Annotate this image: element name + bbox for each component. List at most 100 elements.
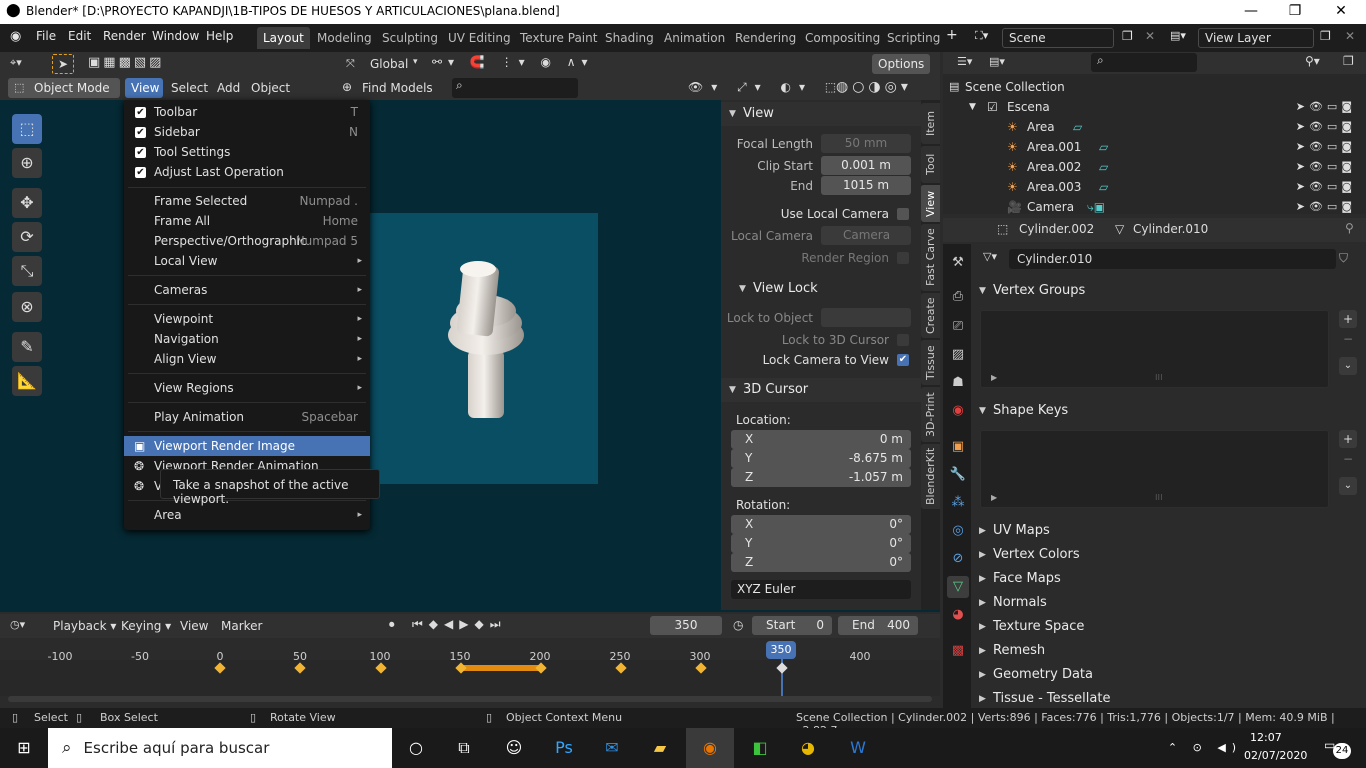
pin-icon[interactable]: ⚲: [1345, 221, 1354, 235]
menu-render[interactable]: Render: [103, 29, 146, 43]
cylinder-model[interactable]: [440, 255, 540, 430]
menu-item-frame-all[interactable]: Frame All Home: [124, 211, 370, 231]
menu-item-perspective-orthographic[interactable]: Perspective/Orthographic Numpad 5: [124, 231, 370, 251]
visibility-icons[interactable]: ➤👁▭◙: [1296, 197, 1356, 214]
file-explorer-icon[interactable]: ▰: [636, 728, 684, 768]
texture-space-header[interactable]: ▶ Texture Space: [973, 615, 1365, 639]
scene-new-icon[interactable]: ❐: [1122, 29, 1133, 43]
view-panel-header[interactable]: ▼ View: [721, 102, 921, 126]
remove-vertex-group-button[interactable]: −: [1339, 330, 1357, 348]
menu-file[interactable]: File: [36, 29, 56, 43]
tab-item[interactable]: Item: [921, 102, 940, 144]
particles-tab-icon[interactable]: ⁂: [947, 492, 969, 514]
end-frame-field[interactable]: End 400: [838, 616, 918, 635]
outliner-search-input[interactable]: ⌕: [1091, 53, 1197, 72]
outliner-scene-collection[interactable]: ▤ Scene Collection: [943, 77, 1366, 97]
check-icon[interactable]: ✔: [135, 107, 146, 118]
menu-item-play-animation[interactable]: Play Animation Spacebar: [124, 407, 370, 427]
shape-keys-list[interactable]: ▶ ⁝⁝⁝: [980, 430, 1329, 508]
cursor-z-field[interactable]: Z -1.057 m: [731, 468, 911, 487]
maximize-button[interactable]: ❐: [1272, 0, 1318, 24]
menu-item-toolbar[interactable]: ✔ Toolbar T: [124, 102, 370, 122]
tab-3d-print[interactable]: 3D-Print: [921, 386, 940, 442]
keying-menu[interactable]: Keying ▾: [121, 616, 171, 636]
tissue-tessellate-header[interactable]: ▶ Tissue - Tessellate: [973, 687, 1365, 707]
current-frame-field[interactable]: 350: [650, 616, 722, 635]
check-icon[interactable]: ✔: [135, 167, 146, 178]
menu-window[interactable]: Window: [152, 29, 199, 43]
mode-dropdown[interactable]: Object Mode: [8, 78, 120, 98]
shape-keys-header[interactable]: ▼ Shape Keys: [973, 399, 1365, 423]
menu-help[interactable]: Help: [206, 29, 233, 43]
outliner-item-area-001[interactable]: ☀ Area.001 ▱ ➤👁▭◙: [943, 137, 1366, 157]
visibility-icons[interactable]: ➤👁▭◙: [1296, 117, 1356, 137]
uv-maps-header[interactable]: ▶ UV Maps: [973, 519, 1365, 543]
view-lock-header[interactable]: ▼ View Lock: [731, 277, 921, 301]
menu-item-local-view[interactable]: Local View ▸: [124, 251, 370, 271]
blender-taskbar-icon[interactable]: ◉: [686, 728, 734, 768]
visibility-icons[interactable]: ➤👁▭◙: [1296, 97, 1356, 117]
tab-uv-editing[interactable]: UV Editing: [442, 27, 517, 49]
render-tab-icon[interactable]: ⎙: [947, 286, 969, 308]
rotate-tool[interactable]: ⟳: [12, 222, 42, 252]
scene-remove-icon[interactable]: ✕: [1145, 29, 1155, 43]
editor-type-icon[interactable]: ⌖▾: [10, 56, 22, 70]
vertex-group-specials-icon[interactable]: ⌄: [1339, 357, 1357, 375]
tab-tool[interactable]: Tool: [921, 145, 940, 183]
scene-tab-icon[interactable]: ☗: [947, 372, 969, 394]
view-layer-tab-icon[interactable]: ▨: [947, 344, 969, 366]
visibility-icons[interactable]: ➤👁▭◙: [1296, 157, 1356, 177]
playback-menu[interactable]: Playback ▾: [53, 616, 116, 636]
playback-controls-icons[interactable]: ⏮◆◀▶◆⏭: [412, 617, 507, 632]
shape-key-specials-icon[interactable]: ⌄: [1339, 477, 1357, 495]
tab-sculpting[interactable]: Sculpting: [376, 27, 444, 49]
tab-fast-carve[interactable]: Fast Carve: [921, 223, 940, 291]
move-tool[interactable]: ✥: [12, 188, 42, 218]
timeline-editor[interactable]: ◷▾ Playback ▾ Keying ▾ View Marker ⏺ ⏮◆◀…: [0, 612, 940, 707]
tab-view[interactable]: View: [921, 184, 940, 222]
outliner-item-escena[interactable]: ▼ ☑ Escena ➤👁▭◙: [943, 97, 1366, 117]
selection-mode-icons[interactable]: ▣▦▩▧▨: [88, 55, 164, 70]
world-tab-icon[interactable]: ◉: [947, 400, 969, 422]
search-input[interactable]: ⌕: [452, 78, 578, 98]
tab-shading[interactable]: Shading: [599, 27, 660, 49]
menu-item-frame-selected[interactable]: Frame Selected Numpad .: [124, 191, 370, 211]
lock-camera-to-view-checkbox[interactable]: ✔: [897, 354, 909, 366]
tab-rendering[interactable]: Rendering: [729, 27, 802, 49]
annotate-tool[interactable]: ✎: [12, 332, 42, 362]
blender-menu-icon[interactable]: ◉: [10, 29, 21, 44]
constraints-tab-icon[interactable]: ⊘: [947, 548, 969, 570]
orientation-dropdown[interactable]: Global: [370, 54, 408, 74]
menu-item-area[interactable]: Area ▸: [124, 505, 370, 525]
menu-item-viewport-render-image[interactable]: ▣ Viewport Render Image: [124, 436, 370, 456]
outliner-item-area-003[interactable]: ☀ Area.003 ▱ ➤👁▭◙: [943, 177, 1366, 197]
tab-blenderkit[interactable]: BlenderKit: [921, 443, 940, 509]
mesh-data-name-field[interactable]: Cylinder.010: [1009, 249, 1336, 269]
visibility-icons[interactable]: ➤👁▭◙: [1296, 177, 1356, 197]
focal-length-field[interactable]: 50 mm: [821, 134, 911, 153]
shading-mode-icons[interactable]: ◍○◑◎▾: [836, 79, 912, 95]
word-icon[interactable]: W: [834, 728, 882, 768]
modifier-tab-icon[interactable]: 🔧: [947, 464, 969, 486]
view-layer-field[interactable]: View Layer: [1198, 28, 1314, 48]
lock-to-object-field[interactable]: [821, 308, 911, 327]
menu-item-sidebar[interactable]: ✔ Sidebar N: [124, 122, 370, 142]
render-region-checkbox[interactable]: [897, 252, 909, 264]
3d-cursor-header[interactable]: ▼ 3D Cursor: [721, 378, 921, 402]
select-tool-icon[interactable]: ➤: [52, 54, 74, 74]
face-maps-header[interactable]: ▶ Face Maps: [973, 567, 1365, 591]
scale-tool[interactable]: ⤡: [12, 256, 42, 286]
rotation-mode-dropdown[interactable]: XYZ Euler: [731, 580, 911, 599]
vertex-colors-header[interactable]: ▶ Vertex Colors: [973, 543, 1365, 567]
tab-tissue[interactable]: Tissue: [921, 339, 940, 385]
lock-to-3d-cursor-checkbox[interactable]: [897, 334, 909, 346]
menu-edit[interactable]: Edit: [68, 29, 91, 43]
clip-end-field[interactable]: 1015 m: [821, 176, 911, 195]
display-mode-icon[interactable]: ▤▾: [989, 55, 1005, 68]
playhead-label[interactable]: 350: [766, 641, 796, 659]
scene-name-field[interactable]: Scene: [1002, 28, 1114, 48]
photoshop-icon[interactable]: Ps: [540, 728, 588, 768]
filter-icon[interactable]: ⚲▾: [1305, 54, 1320, 68]
normals-header[interactable]: ▶ Normals: [973, 591, 1365, 615]
timeline-editor-type-icon[interactable]: ◷▾: [10, 618, 25, 631]
